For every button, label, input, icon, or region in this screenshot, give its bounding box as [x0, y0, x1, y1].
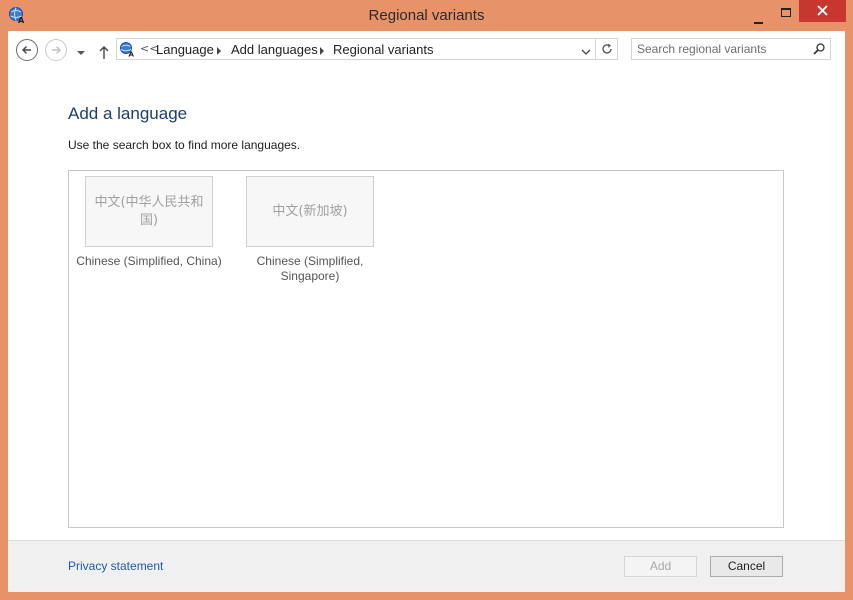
search-input[interactable]	[632, 39, 807, 59]
footer-bar: Privacy statement Add Cancel	[8, 540, 845, 592]
up-button[interactable]	[94, 41, 109, 59]
page-title: Add a language	[68, 104, 188, 123]
window-frame: A Regional variants A << Language Add la…	[0, 0, 853, 600]
language-native-name[interactable]: 中文(新加坡)	[246, 176, 374, 247]
search-box[interactable]	[631, 38, 831, 60]
privacy-statement-link[interactable]: Privacy statement	[68, 559, 163, 573]
svg-text:A: A	[129, 51, 135, 58]
instruction-text: Use the search box to find more language…	[68, 138, 301, 152]
add-button[interactable]: Add	[624, 556, 697, 577]
arrow-right-icon	[52, 46, 61, 54]
cancel-button[interactable]: Cancel	[710, 556, 783, 577]
breadcrumb-separator-icon[interactable]	[217, 47, 221, 55]
close-button[interactable]	[799, 0, 846, 22]
back-button[interactable]	[16, 39, 38, 61]
recent-locations-button[interactable]	[72, 44, 85, 56]
chevron-down-icon	[77, 51, 85, 55]
refresh-icon	[602, 43, 612, 54]
breadcrumb-separator-icon[interactable]	[320, 47, 324, 55]
arrow-left-icon	[22, 46, 31, 54]
window-title: Regional variants	[368, 7, 485, 24]
language-list[interactable]: 中文(中华人民共和国) Chinese (Simplified, China) …	[68, 170, 784, 528]
breadcrumb-language[interactable]: Language	[156, 42, 214, 57]
window-content: A << Language Add languages Regional var…	[8, 31, 845, 592]
language-label: Chinese (Simplified, Singapore)	[256, 254, 364, 283]
breadcrumb-add-languages[interactable]: Add languages	[231, 42, 318, 57]
address-bar[interactable]: A << Language Add languages Regional var…	[116, 38, 596, 60]
address-history-button[interactable]	[581, 45, 591, 55]
title-bar[interactable]: A Regional variants	[0, 0, 853, 31]
search-icon[interactable]	[813, 43, 825, 55]
chevron-down-icon	[581, 49, 591, 55]
navigation-toolbar: A << Language Add languages Regional var…	[8, 31, 845, 67]
minimize-button[interactable]	[745, 0, 771, 24]
maximize-icon	[781, 6, 791, 20]
close-icon	[817, 5, 828, 19]
refresh-button[interactable]	[596, 38, 618, 60]
breadcrumb-regional-variants[interactable]: Regional variants	[333, 42, 433, 57]
maximize-button[interactable]	[772, 0, 799, 22]
minimize-icon	[754, 13, 763, 27]
arrow-up-icon	[99, 46, 109, 59]
language-native-name[interactable]: 中文(中华人民共和国)	[85, 176, 213, 247]
language-icon: A	[119, 41, 137, 59]
language-label: Chinese (Simplified, China)	[76, 254, 222, 268]
forward-button[interactable]	[45, 39, 67, 61]
